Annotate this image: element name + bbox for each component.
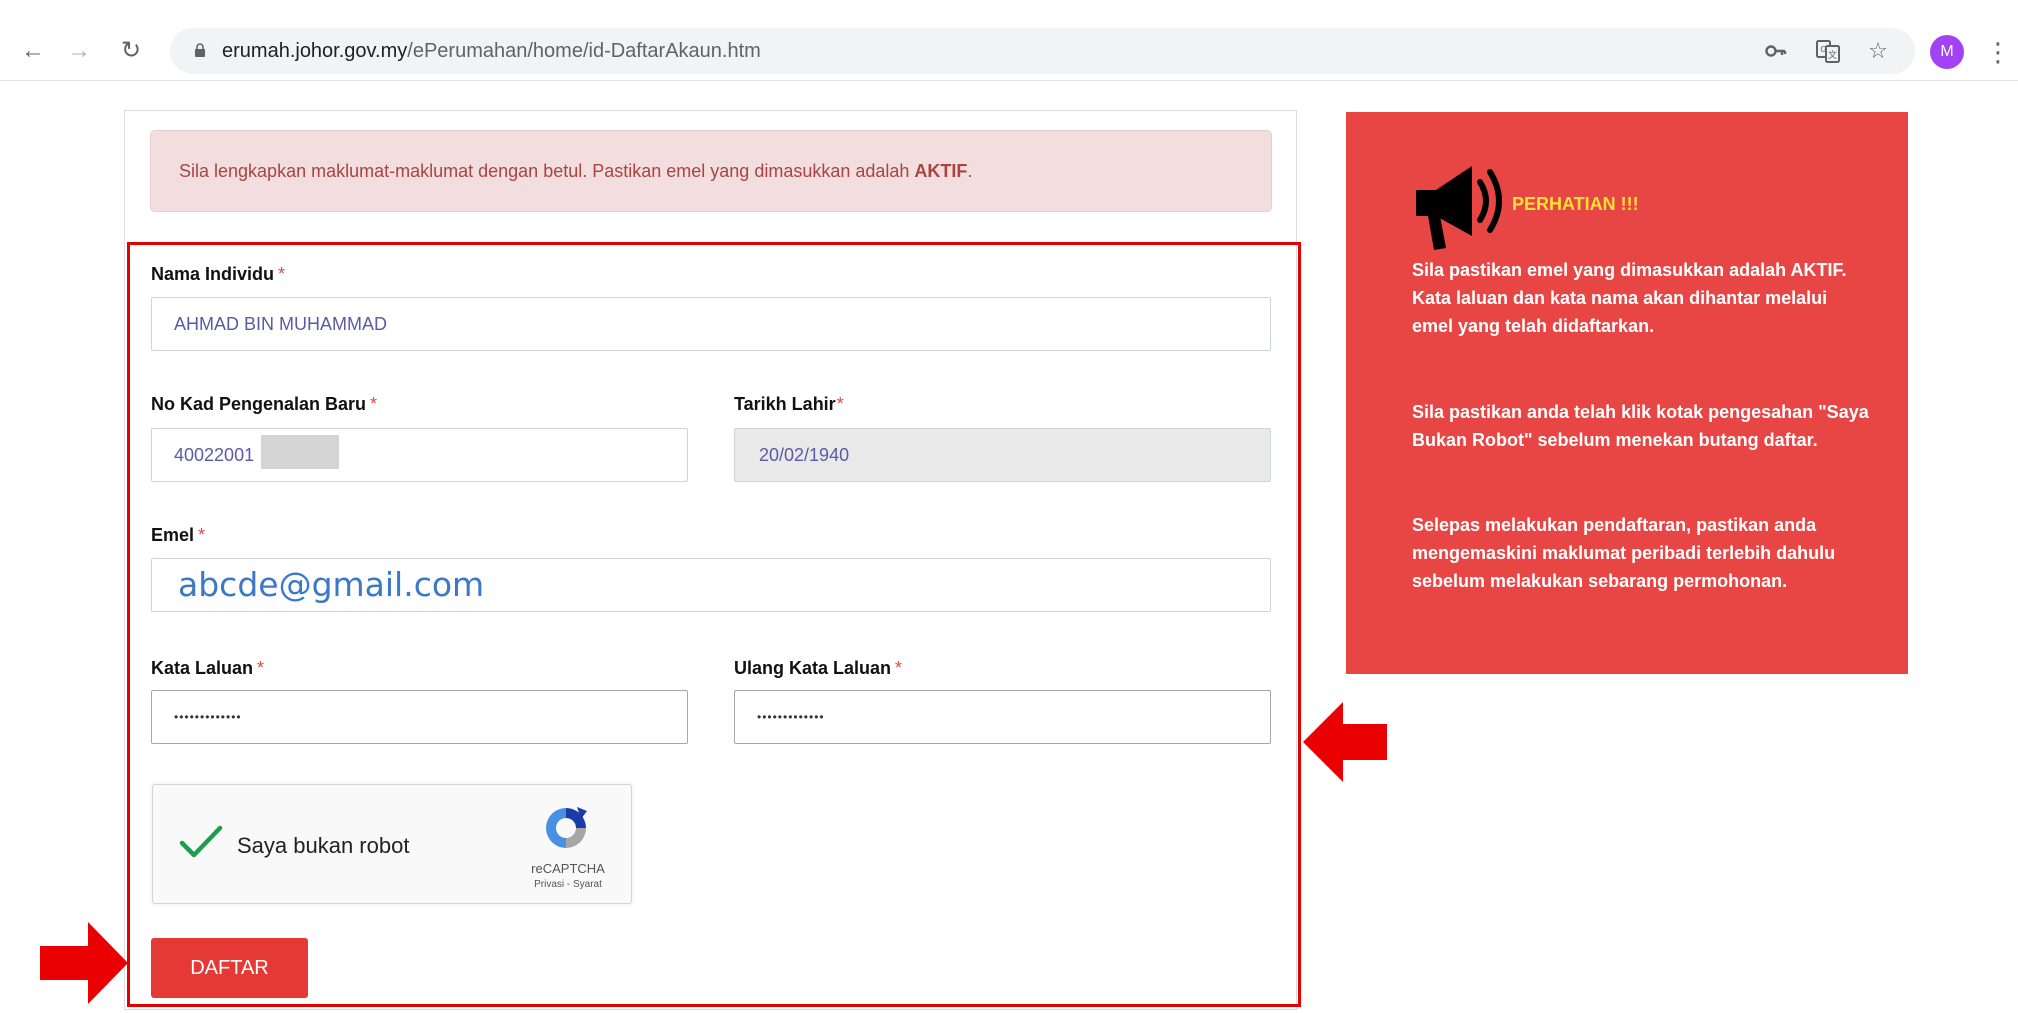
left-pointer-arrow xyxy=(40,922,128,1004)
daftar-button[interactable]: DAFTAR xyxy=(151,938,308,998)
translate-icon[interactable]: 文 G xyxy=(1815,38,1841,64)
checkmark-icon[interactable] xyxy=(179,825,223,861)
notice-title: PERHATIAN !!! xyxy=(1512,194,1639,214)
recaptcha-logo-icon xyxy=(546,807,587,848)
emel-label: Emel * xyxy=(151,525,206,545)
ic-input[interactable]: 40022001 xyxy=(151,428,688,482)
recaptcha-brand: reCAPTCHA xyxy=(531,861,605,876)
notice-paragraph-2: Sila pastikan anda telah klik kotak peng… xyxy=(1412,402,1869,450)
ic-label: No Kad Pengenalan Baru * xyxy=(151,394,378,414)
forward-arrow-icon[interactable]: → xyxy=(64,36,94,66)
svg-text:G: G xyxy=(1820,45,1826,54)
recaptcha-label: Saya bukan robot xyxy=(237,833,410,858)
redacted-area xyxy=(261,435,339,469)
recaptcha-links[interactable]: Privasi - Syarat xyxy=(513,879,623,890)
emel-input[interactable]: abcde@gmail.com xyxy=(151,558,1271,612)
svg-text:文: 文 xyxy=(1828,49,1837,61)
password-confirm-input[interactable]: ••••••••••••• xyxy=(734,690,1271,744)
right-pointer-arrow xyxy=(1303,702,1387,782)
key-icon[interactable] xyxy=(1763,38,1789,64)
browser-toolbar: ← → ↻ erumah.johor.gov.my/ePerumahan/hom… xyxy=(0,0,2018,80)
dob-input: 20/02/1940 xyxy=(734,428,1271,482)
url-text: erumah.johor.gov.my/ePerumahan/home/id-D… xyxy=(222,40,761,62)
megaphone-icon xyxy=(1416,166,1502,250)
profile-avatar[interactable]: M xyxy=(1930,35,1964,69)
lock-icon xyxy=(195,43,205,57)
alert-message: Sila lengkapkan maklumat-maklumat dengan… xyxy=(150,130,1272,212)
toolbar-divider xyxy=(0,80,2018,81)
address-bar[interactable]: erumah.johor.gov.my/ePerumahan/home/id-D… xyxy=(170,28,1915,74)
notice-paragraph-3: Selepas melakukan pendaftaran, pastikan … xyxy=(1412,515,1836,591)
notice-box: PERHATIAN !!! Sila pastikan emel yang di… xyxy=(1346,112,1908,674)
star-icon[interactable]: ☆ xyxy=(1865,38,1891,64)
dob-value: 20/02/1940 xyxy=(759,445,850,465)
notice-paragraph-1: Sila pastikan emel yang dimasukkan adala… xyxy=(1412,260,1847,336)
reload-icon[interactable]: ↻ xyxy=(116,36,146,66)
recaptcha-widget[interactable]: Saya bukan robot reCAPTCHA Privasi - Sya… xyxy=(152,784,632,904)
nama-label: Nama Individu * xyxy=(151,264,286,284)
menu-kebab-icon[interactable]: ⋮ xyxy=(1985,34,2011,70)
back-arrow-icon[interactable]: ← xyxy=(18,36,48,66)
password-input[interactable]: ••••••••••••• xyxy=(151,690,688,744)
password-confirm-label: Ulang Kata Laluan * xyxy=(734,658,903,678)
nama-input[interactable]: AHMAD BIN MUHAMMAD xyxy=(151,297,1271,351)
password-label: Kata Laluan * xyxy=(151,658,265,678)
dob-label: Tarikh Lahir* xyxy=(734,394,844,414)
